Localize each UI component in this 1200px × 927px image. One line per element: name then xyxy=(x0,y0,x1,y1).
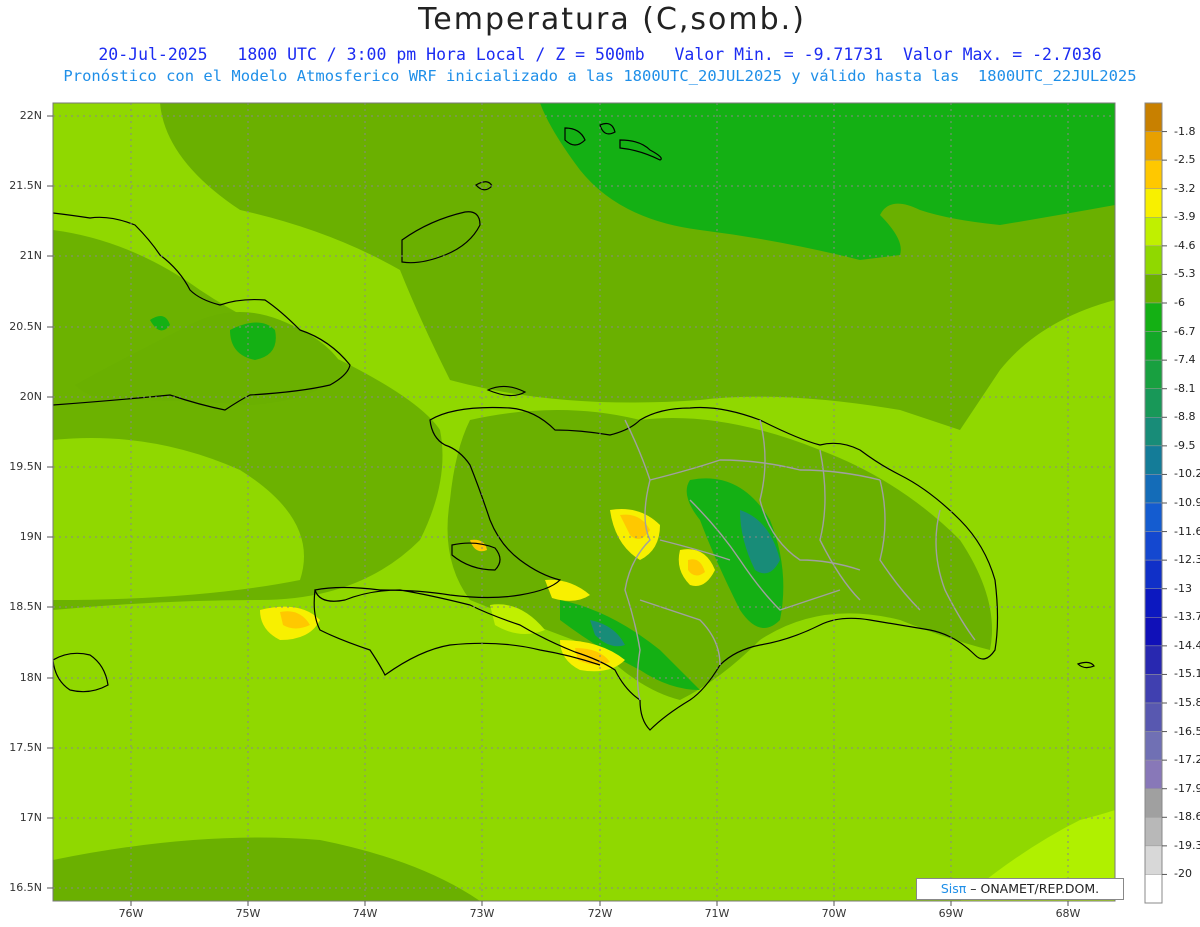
colorbar-swatch xyxy=(1144,759,1163,789)
lon-label: 76W xyxy=(118,907,144,920)
colorbar-label: -18.6 xyxy=(1174,810,1200,824)
colorbar-label: -12.3 xyxy=(1174,553,1200,567)
lon-label: 71W xyxy=(704,907,730,920)
lat-label: 18N xyxy=(19,671,42,684)
colorbar-swatch xyxy=(1144,845,1163,875)
lon-label: 73W xyxy=(469,907,495,920)
colorbar-label: -19.3 xyxy=(1174,838,1200,852)
colorbar-label: -8.1 xyxy=(1174,381,1196,395)
colorbar-swatch xyxy=(1144,102,1163,132)
map-title: Temperatura (C,somb.) xyxy=(418,2,806,37)
colorbar-swatch xyxy=(1144,645,1163,675)
lon-label: 70W xyxy=(821,907,847,920)
credit-text: – ONAMET/REP.DOM. xyxy=(966,881,1100,896)
colorbar-swatch xyxy=(1144,702,1163,732)
colorbar-swatch xyxy=(1144,359,1163,389)
colorbar-label: -11.6 xyxy=(1174,524,1200,538)
colorbar-label: -17.2 xyxy=(1174,753,1200,767)
colorbar-swatch xyxy=(1144,331,1163,361)
colorbar-swatch xyxy=(1144,159,1163,189)
lat-label: 21.5N xyxy=(9,179,42,192)
lon-label: 69W xyxy=(938,907,964,920)
lon-label: 72W xyxy=(587,907,613,920)
lat-label: 20N xyxy=(19,390,42,403)
colorbar-label: -10.2 xyxy=(1174,467,1200,481)
colorbar-swatch xyxy=(1144,274,1163,304)
lon-label: 75W xyxy=(235,907,261,920)
colorbar-swatch xyxy=(1144,245,1163,275)
temperature-field xyxy=(53,103,1115,901)
lat-label: 22N xyxy=(19,109,42,122)
colorbar-label: -14.4 xyxy=(1174,638,1200,652)
lon-label: 68W xyxy=(1055,907,1081,920)
colorbar-label: -5.3 xyxy=(1174,267,1196,281)
lat-label: 21N xyxy=(19,249,42,262)
lat-label: 17N xyxy=(19,811,42,824)
colorbar-label: -3.2 xyxy=(1174,181,1196,195)
colorbar-label: -16.5 xyxy=(1174,724,1200,738)
colorbar-swatch xyxy=(1144,474,1163,504)
colorbar-swatch xyxy=(1144,188,1163,218)
colorbar-label: -15.1 xyxy=(1174,667,1200,681)
colorbar-swatch xyxy=(1144,502,1163,532)
colorbar-label: -15.8 xyxy=(1174,696,1200,709)
colorbar-label: -10.9 xyxy=(1174,496,1200,509)
colorbar-label: -3.9 xyxy=(1174,210,1196,224)
colorbar-label: -13.7 xyxy=(1174,610,1200,624)
colorbar-label: -1.8 xyxy=(1174,124,1196,138)
colorbar-swatch xyxy=(1144,731,1163,761)
colorbar-label: -4.6 xyxy=(1174,238,1196,252)
lat-label: 20.5N xyxy=(9,320,42,333)
colorbar-swatch xyxy=(1144,445,1163,475)
lon-label: 74W xyxy=(352,907,378,920)
colorbar-swatch xyxy=(1144,131,1163,161)
colorbar-label: -6.7 xyxy=(1174,324,1196,338)
colorbar-swatch xyxy=(1144,217,1163,247)
colorbar-swatch xyxy=(1144,874,1163,904)
colorbar-swatch xyxy=(1144,417,1163,447)
run-info: 20-Jul-2025 1800 UTC / 3:00 pm Hora Loca… xyxy=(98,45,1102,64)
colorbar-swatch xyxy=(1144,559,1163,589)
colorbar-label: -17.9 xyxy=(1174,781,1200,795)
colorbar-label: -9.5 xyxy=(1174,438,1196,452)
lat-label: 17.5N xyxy=(9,741,42,754)
colorbar-swatch xyxy=(1144,302,1163,332)
lat-label: 19.5N xyxy=(9,460,42,473)
credit-brand: Sisπ xyxy=(940,881,967,896)
lat-label: 18.5N xyxy=(9,600,42,613)
colorbar-label: -13 xyxy=(1174,581,1192,595)
model-info: Pronóstico con el Modelo Atmosferico WRF… xyxy=(63,67,1137,85)
credit-box: Sisπ – ONAMET/REP.DOM. xyxy=(916,878,1124,900)
colorbar-swatch xyxy=(1144,788,1163,818)
colorbar xyxy=(1144,102,1167,904)
colorbar-swatch xyxy=(1144,817,1163,847)
colorbar-swatch xyxy=(1144,617,1163,647)
colorbar-label: -20 xyxy=(1174,867,1192,881)
colorbar-swatch xyxy=(1144,588,1163,618)
colorbar-label: -6 xyxy=(1174,296,1185,309)
colorbar-swatch xyxy=(1144,388,1163,418)
colorbar-label: -8.8 xyxy=(1174,410,1196,424)
colorbar-swatch xyxy=(1144,674,1163,704)
colorbar-swatch xyxy=(1144,531,1163,561)
lat-label: 16.5N xyxy=(9,881,42,894)
lat-label: 19N xyxy=(19,530,42,543)
colorbar-label: -2.5 xyxy=(1174,153,1196,167)
colorbar-label: -7.4 xyxy=(1174,353,1196,367)
forecast-map xyxy=(47,102,1167,906)
